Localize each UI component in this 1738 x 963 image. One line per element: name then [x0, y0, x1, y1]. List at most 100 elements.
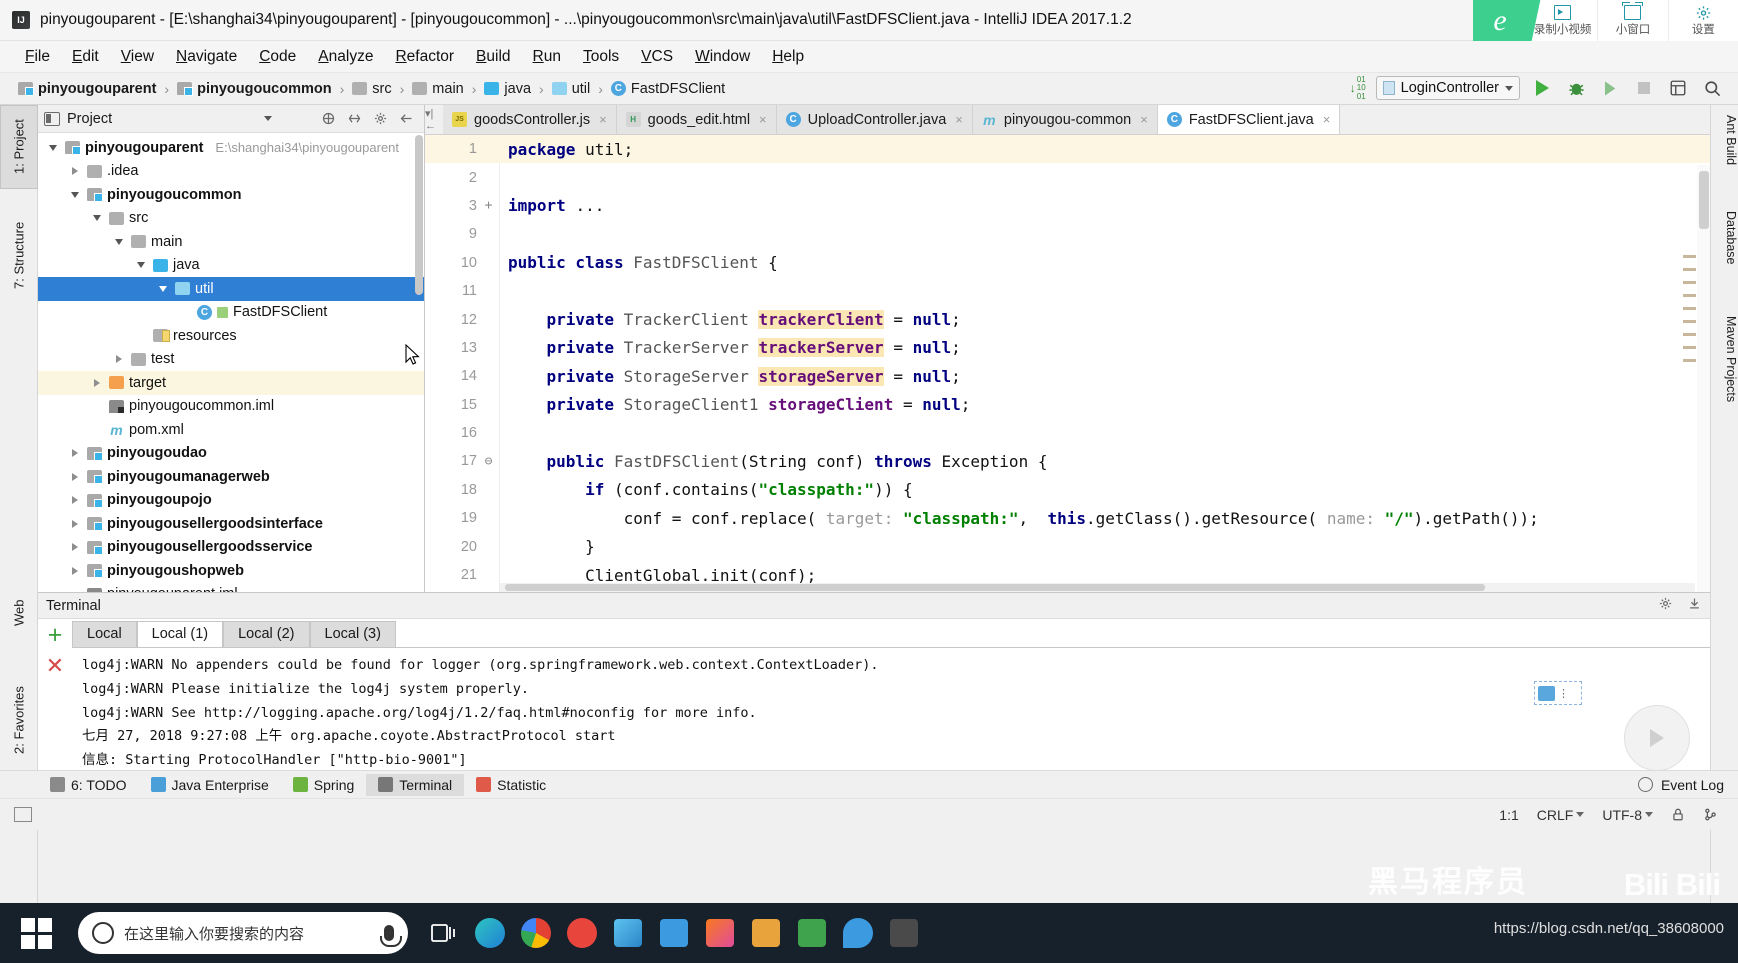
chevron-down-icon[interactable]	[156, 286, 170, 292]
tree-item-pinyougoucommon-iml[interactable]: pinyougoucommon.iml	[38, 395, 424, 419]
chrome-icon[interactable]	[518, 915, 554, 951]
taskbar-search-box[interactable]: 在这里输入你要搜索的内容	[78, 912, 408, 954]
close-icon[interactable]: ×	[599, 112, 607, 127]
tree-item-pom-xml[interactable]: m pom.xml	[38, 418, 424, 442]
menu-item-view[interactable]: View	[110, 46, 165, 68]
sidebar-item-maven-projects[interactable]: Maven Projects	[1710, 310, 1738, 408]
settings-icon[interactable]	[373, 111, 388, 126]
tree-item-target[interactable]: target	[38, 371, 424, 395]
folder-icon[interactable]	[656, 915, 692, 951]
stop-button[interactable]	[1632, 76, 1656, 100]
menu-item-vcs[interactable]: VCS	[630, 46, 684, 68]
start-button[interactable]	[0, 903, 72, 963]
menu-item-run[interactable]: Run	[522, 46, 572, 68]
edge-icon[interactable]	[472, 915, 508, 951]
mini-window-button[interactable]: 小窗口	[1597, 0, 1667, 41]
debug-button[interactable]	[1564, 76, 1588, 100]
terminal-tab-local[interactable]: Local	[72, 621, 137, 647]
menu-item-edit[interactable]: Edit	[61, 46, 110, 68]
terminal-more-icon[interactable]: ⋮	[1558, 687, 1569, 700]
collapse-all-icon[interactable]	[321, 111, 336, 126]
layout-button[interactable]	[1666, 76, 1690, 100]
close-icon[interactable]: ×	[1323, 112, 1331, 127]
new-session-button[interactable]: +	[48, 623, 63, 648]
run-configuration-selector[interactable]: LoginController	[1375, 76, 1520, 101]
menu-item-refactor[interactable]: Refactor	[384, 46, 465, 68]
terminal-tab-local-2-[interactable]: Local (2)	[223, 621, 310, 647]
editor-horizontal-scrollbar[interactable]	[500, 583, 1695, 592]
code-line[interactable]: 2	[425, 163, 1710, 191]
code-line[interactable]: 11	[425, 277, 1710, 305]
hide-icon[interactable]	[399, 111, 414, 126]
terminal-tab-local-3-[interactable]: Local (3)	[309, 621, 396, 647]
memory-indicator-icon[interactable]	[14, 807, 32, 822]
tool-window-button-spring[interactable]: Spring	[281, 774, 366, 796]
chevron-right-icon[interactable]	[90, 379, 104, 387]
menu-item-navigate[interactable]: Navigate	[165, 46, 248, 68]
tree-item-util[interactable]: util	[38, 277, 424, 301]
sidebar-item-favorites[interactable]: 2: Favorites	[0, 665, 38, 775]
code-line[interactable]: 9	[425, 220, 1710, 248]
chevron-right-icon[interactable]	[68, 473, 82, 481]
chevron-right-icon[interactable]	[68, 167, 82, 175]
task-view-icon[interactable]	[426, 915, 462, 951]
terminal-settings-icon[interactable]	[1658, 596, 1673, 615]
microphone-icon[interactable]	[380, 925, 402, 947]
tab-list-button[interactable]: ▾|←	[425, 105, 443, 134]
tool-window-button-statistic[interactable]: Statistic	[464, 774, 558, 796]
code-line[interactable]: 3 + import ...	[425, 192, 1710, 220]
editor-vertical-scrollbar[interactable]	[1697, 165, 1710, 592]
tree-item-src[interactable]: src	[38, 207, 424, 231]
code-fold-marker[interactable]: ⊖	[477, 454, 500, 469]
sidebar-item-database[interactable]: Database	[1710, 205, 1738, 271]
idea-icon[interactable]	[702, 915, 738, 951]
tree-item-pinyougousellergoodsinterface[interactable]: pinyougousellergoodsinterface	[38, 512, 424, 536]
tool-window-button-java-enterprise[interactable]: Java Enterprise	[139, 774, 281, 796]
tool-window-button-6-todo[interactable]: 6: TODO	[38, 774, 139, 796]
breadcrumb-item-fastdfsclient[interactable]: C FastDFSClient	[607, 80, 729, 98]
tree-item-fastdfsclient[interactable]: C FastDFSClient	[38, 301, 424, 325]
breadcrumb-item-src[interactable]: src	[348, 80, 395, 98]
recorder-settings-button[interactable]: 设置	[1667, 0, 1738, 41]
code-line[interactable]: 10 public class FastDFSClient {	[425, 249, 1710, 277]
event-log-button[interactable]: Event Log	[1661, 777, 1724, 793]
tree-item-pinyougouparent-iml[interactable]: pinyougouparent.iml	[38, 583, 424, 592]
tree-item-resources[interactable]: resources	[38, 324, 424, 348]
chevron-right-icon[interactable]	[68, 543, 82, 551]
chevron-right-icon[interactable]	[68, 449, 82, 457]
code-line[interactable]: 16	[425, 419, 1710, 447]
caret-position[interactable]: 1:1	[1499, 807, 1518, 823]
code-line[interactable]: 15 private StorageClient1 storageClient …	[425, 391, 1710, 419]
editor-tab-fastdfsclient-java[interactable]: C FastDFSClient.java ×	[1157, 105, 1341, 134]
terminal-output[interactable]: log4j:WARN No appenders could be found f…	[72, 647, 1710, 770]
chevron-down-icon[interactable]	[68, 192, 82, 198]
menu-item-analyze[interactable]: Analyze	[307, 46, 384, 68]
lock-icon[interactable]	[1671, 807, 1685, 822]
editor-icon[interactable]	[794, 915, 830, 951]
editor-tab-uploadcontroller-java[interactable]: C UploadController.java ×	[776, 105, 973, 134]
menu-item-window[interactable]: Window	[684, 46, 761, 68]
code-line[interactable]: 14 private StorageServer storageServer =…	[425, 362, 1710, 390]
tree-item-pinyougoupojo[interactable]: pinyougoupojo	[38, 489, 424, 513]
sidebar-item-ant-build[interactable]: Ant Build	[1710, 109, 1738, 171]
editor-tab-goods-edit-html[interactable]: goods_edit.html ×	[616, 105, 777, 134]
tree-item-pinyougoudao[interactable]: pinyougoudao	[38, 442, 424, 466]
search-button[interactable]	[1700, 76, 1724, 100]
tree-item-java[interactable]: java	[38, 254, 424, 278]
code-line[interactable]: 13 private TrackerServer trackerServer =…	[425, 334, 1710, 362]
chevron-down-icon[interactable]	[264, 116, 273, 121]
code-line[interactable]: 12 private TrackerClient trackerClient =…	[425, 305, 1710, 333]
terminal-play-overlay-icon[interactable]	[1624, 705, 1690, 771]
code-editor[interactable]: 1 package util; 2 3 + import ... 9 10 public cla…	[425, 135, 1710, 592]
chevron-right-icon[interactable]	[68, 496, 82, 504]
breadcrumb-item-java[interactable]: java	[480, 80, 535, 98]
terminal-hide-icon[interactable]	[1687, 596, 1702, 615]
code-line[interactable]: 19 conf = conf.replace( target: "classpa…	[425, 504, 1710, 532]
file-encoding[interactable]: UTF-8	[1602, 807, 1653, 823]
code-line[interactable]: 17 ⊖ public FastDFSClient(String conf) th…	[425, 447, 1710, 475]
chevron-right-icon[interactable]	[68, 520, 82, 528]
opera-icon[interactable]	[564, 915, 600, 951]
tree-item-pinyougoucommon[interactable]: pinyougoucommon	[38, 183, 424, 207]
screen-recorder-widget[interactable]: 录制小视频 小窗口 设置	[1473, 0, 1738, 41]
chevron-right-icon[interactable]	[68, 567, 82, 575]
